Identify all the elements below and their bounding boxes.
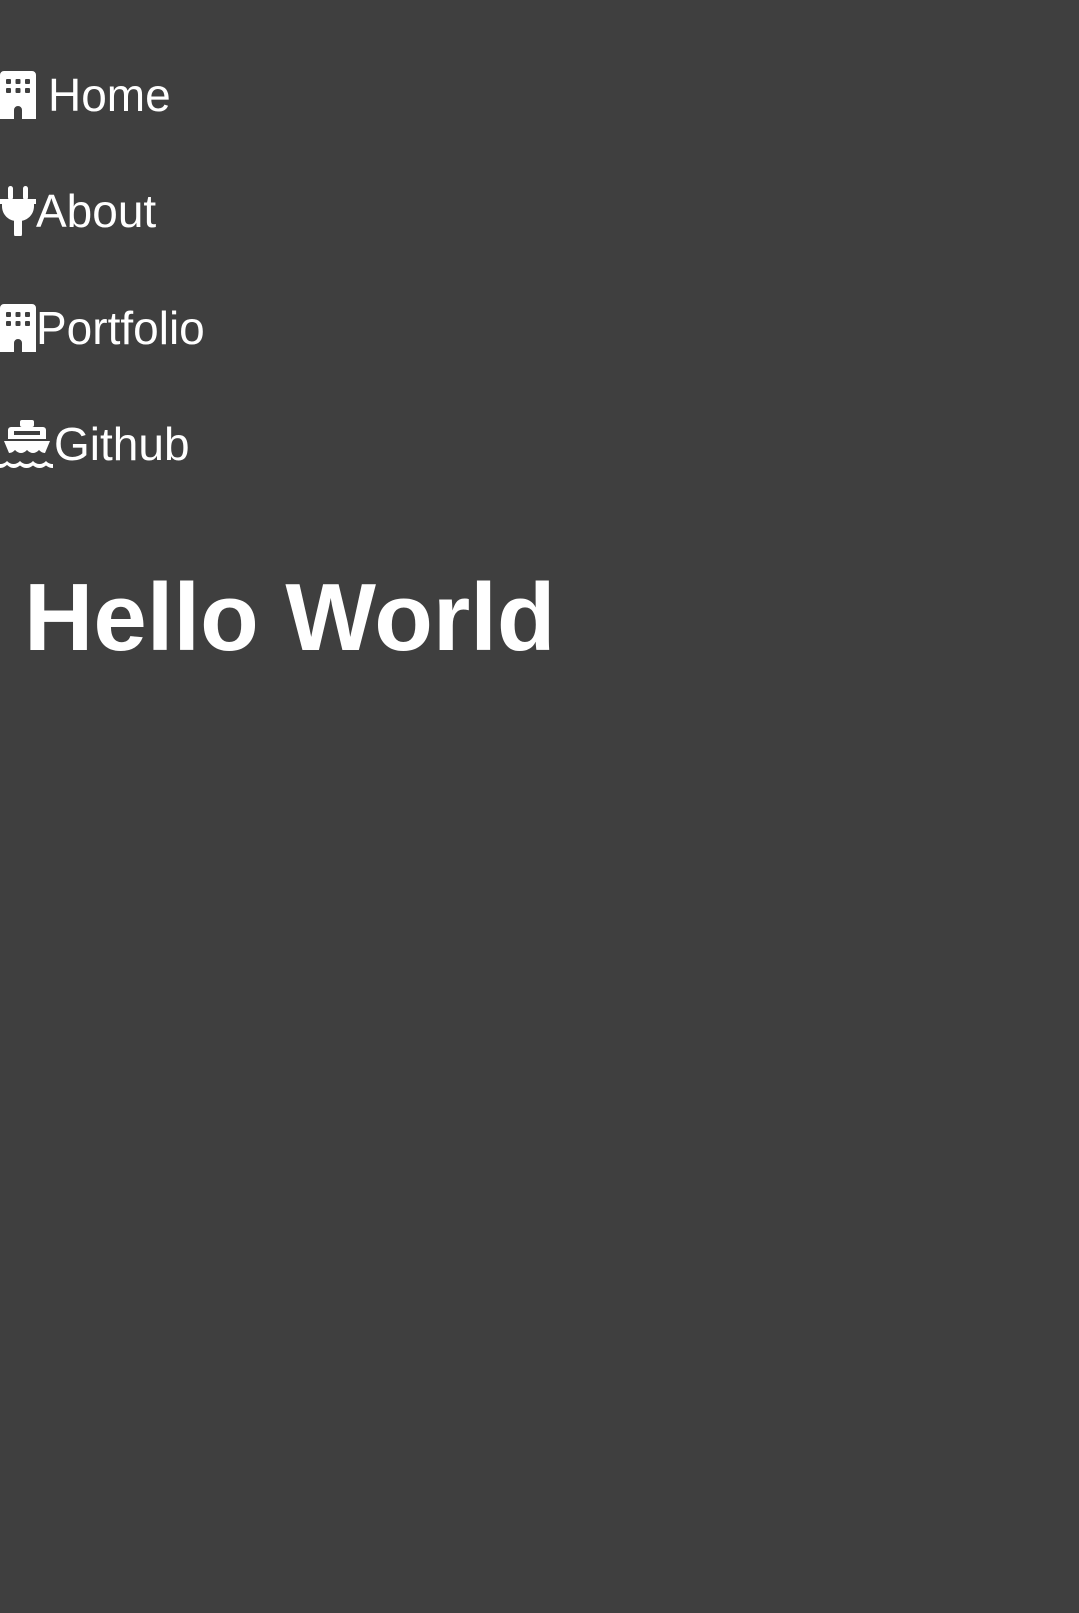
nav-item-label: Github xyxy=(54,418,190,470)
nav-item-label: Home xyxy=(48,69,171,121)
nav-item-about[interactable]: About xyxy=(0,181,156,241)
nav-item-label: About xyxy=(36,185,157,237)
page-title: Hello World xyxy=(24,564,556,671)
nav-item-github[interactable]: Github xyxy=(0,414,190,474)
ship-icon xyxy=(0,419,54,469)
nav-item-home[interactable]: Home xyxy=(0,65,171,125)
nav-item-portfolio[interactable]: Portfolio xyxy=(0,298,205,358)
plug-icon xyxy=(0,186,36,236)
nav-item-label: Portfolio xyxy=(36,302,205,354)
building-icon xyxy=(0,303,36,353)
building-icon xyxy=(0,70,36,120)
